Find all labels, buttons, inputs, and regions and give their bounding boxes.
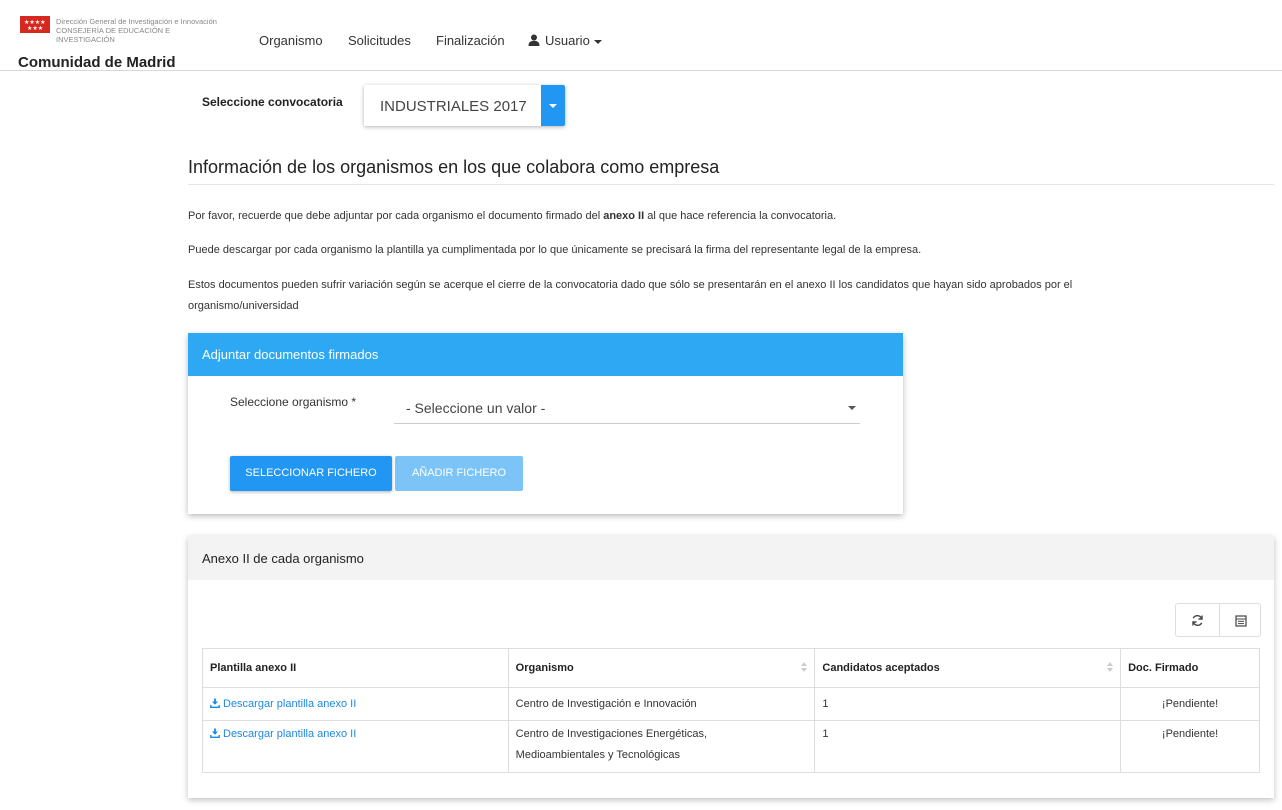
p1-text: Por favor, recuerde que debe adjuntar po… (188, 210, 604, 222)
convocatoria-select[interactable]: INDUSTRIALES 2017 (364, 85, 565, 126)
cell-organismo: Centro de Investigaciones Energéticas, M… (507, 720, 816, 773)
refresh-button[interactable] (1176, 604, 1219, 636)
column-header-plantilla[interactable]: Plantilla anexo II (202, 648, 509, 688)
column-header-label: Organismo (515, 662, 574, 674)
organismo-line-2: Medioambientales y Tecnológicas (515, 749, 680, 761)
user-label: Usuario (545, 33, 590, 48)
cell-candidatos: 1 (814, 687, 1122, 721)
cell-template: Descargar plantilla anexo II (202, 720, 509, 773)
column-header-candidatos[interactable]: Candidatos aceptados (814, 648, 1122, 688)
chevron-down-icon (848, 406, 856, 410)
madrid-flag-icon: ★★★★ ★★★ (20, 16, 50, 33)
chevron-down-icon (593, 39, 602, 44)
columns-button[interactable] (1219, 604, 1262, 636)
column-header-label: Candidatos aceptados (822, 662, 940, 674)
download-icon (210, 728, 220, 738)
table-row: Descargar plantilla anexo II Centro de I… (202, 687, 1260, 721)
user-icon (528, 34, 540, 46)
p1-text-end: al que hace referencia la convocatoria. (644, 210, 837, 222)
brand-ministry-cont: INVESTIGACIÓN (56, 35, 115, 44)
convocatoria-dropdown-button[interactable] (541, 85, 565, 126)
chevron-down-icon (549, 104, 557, 108)
cell-template: Descargar plantilla anexo II (202, 687, 509, 721)
select-file-button[interactable]: SELECCIONAR FICHERO (230, 456, 392, 491)
cell-organismo: Centro de Investigación e Innovación (507, 687, 816, 721)
organismo-select[interactable]: - Seleccione un valor - (394, 397, 860, 424)
download-template-label: Descargar plantilla anexo II (223, 698, 357, 710)
cell-candidatos: 1 (814, 720, 1122, 773)
table-toolbar (1175, 603, 1261, 637)
nav-user-menu[interactable]: Usuario (528, 33, 602, 48)
instructions-paragraph-3: Estos documentos pueden sufrir variación… (188, 275, 1072, 317)
sort-icon (1107, 662, 1114, 674)
refresh-icon (1192, 615, 1203, 626)
table-header-row: Plantilla anexo II Organismo Candidatos … (202, 648, 1260, 688)
add-file-button[interactable]: AÑADIR FICHERO (395, 456, 523, 491)
organismo-select-value: - Seleccione un valor - (406, 400, 546, 416)
brand-name: Comunidad de Madrid (18, 54, 176, 71)
cell-firmado: ¡Pendiente! (1120, 720, 1260, 773)
sort-icon (801, 662, 808, 674)
download-template-link[interactable]: Descargar plantilla anexo II (210, 728, 356, 740)
annex-table: Plantilla anexo II Organismo Candidatos … (202, 648, 1260, 773)
organismo-label: Seleccione organismo * (230, 395, 357, 409)
attach-panel-title: Adjuntar documentos firmados (188, 333, 903, 376)
column-header-label: Plantilla anexo II (210, 662, 297, 674)
annex-panel-title: Anexo II de cada organismo (188, 536, 1274, 580)
column-header-organismo[interactable]: Organismo (507, 648, 816, 688)
attach-documents-panel: Adjuntar documentos firmados Seleccione … (188, 333, 903, 514)
title-divider (188, 184, 1274, 185)
brand-ministry: CONSEJERÍA DE EDUCACIÓN E (56, 26, 171, 35)
brand-logo[interactable]: ★★★★ ★★★ Dirección General de Investigac… (18, 14, 238, 71)
cell-firmado: ¡Pendiente! (1120, 687, 1260, 721)
p3-line-1: Estos documentos pueden sufrir variación… (188, 279, 1073, 291)
column-header-firmado[interactable]: Doc. Firmado (1120, 648, 1260, 688)
column-header-label: Doc. Firmado (1128, 662, 1199, 674)
p1-bold: anexo II (603, 210, 645, 222)
convocatoria-label: Seleccione convocatoria (202, 95, 343, 109)
brand-department: Dirección General de Investigación e Inn… (56, 17, 217, 26)
annex-panel: Anexo II de cada organismo Plantilla ane… (188, 536, 1274, 798)
nav-solicitudes[interactable]: Solicitudes (348, 33, 411, 48)
p3-line-2: organismo/universidad (188, 300, 299, 312)
convocatoria-value: INDUSTRIALES 2017 (380, 98, 527, 115)
instructions-paragraph-2: Puede descargar por cada organismo la pl… (188, 244, 922, 256)
download-icon (210, 698, 220, 708)
nav-finalizacion[interactable]: Finalización (436, 33, 505, 48)
organismo-line-1: Centro de Investigaciones Energéticas, (515, 728, 708, 740)
top-navbar: ★★★★ ★★★ Dirección General de Investigac… (0, 0, 1282, 71)
table-row: Descargar plantilla anexo II Centro de I… (202, 720, 1260, 773)
download-template-link[interactable]: Descargar plantilla anexo II (210, 698, 356, 710)
download-template-label: Descargar plantilla anexo II (223, 728, 357, 740)
page-title: Información de los organismos en los que… (188, 157, 720, 177)
nav-organismo[interactable]: Organismo (259, 33, 323, 48)
columns-icon (1235, 615, 1247, 627)
instructions-paragraph-1: Por favor, recuerde que debe adjuntar po… (188, 206, 836, 227)
